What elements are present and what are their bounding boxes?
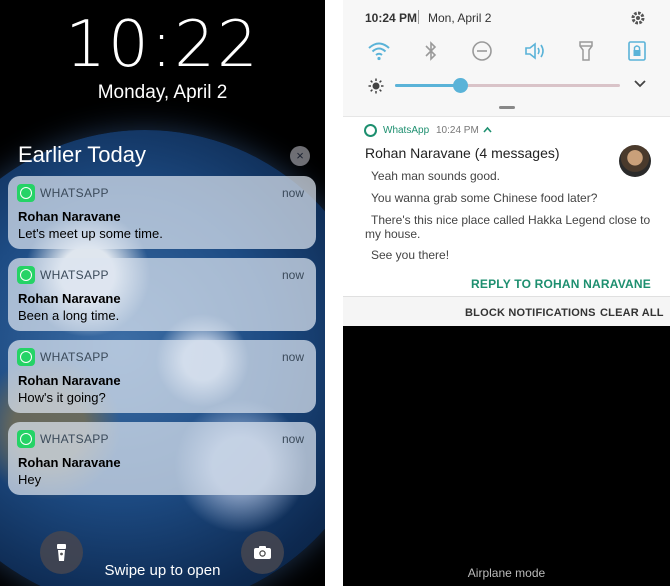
notification-sender: Rohan Naravane — [18, 291, 121, 306]
close-icon: × — [296, 148, 304, 163]
notification-app: WHATSAPP — [40, 268, 109, 282]
sound-icon[interactable] — [523, 40, 547, 62]
notification-app: WHATSAPP — [40, 350, 109, 364]
notification-app: WhatsApp — [383, 125, 430, 136]
notification-card[interactable]: WHATSAPP now Rohan Naravane Been a long … — [8, 258, 316, 331]
camera-icon — [254, 546, 271, 559]
notification-time: now — [281, 432, 304, 446]
whatsapp-icon — [17, 348, 35, 366]
chevron-down-icon[interactable] — [633, 79, 647, 89]
message-line: There's this nice place called Hakka Leg… — [371, 213, 651, 227]
lock-date: Monday, April 2 — [97, 82, 228, 103]
status-date: Mon, April 2 — [428, 11, 492, 25]
whatsapp-icon — [17, 430, 35, 448]
bluetooth-icon[interactable] — [423, 40, 439, 62]
notification-body: Been a long time. — [18, 308, 120, 323]
lock-clock: 10:22 — [65, 8, 260, 82]
flashlight-icon[interactable] — [577, 40, 595, 62]
notification-app: WHATSAPP — [40, 432, 109, 446]
notification-sender: Rohan Naravane — [18, 455, 121, 470]
notification-body: Let's meet up some time. — [18, 226, 163, 241]
reply-button[interactable]: REPLY TO ROHAN NARAVANE — [471, 277, 651, 291]
message-line: my house. — [365, 227, 421, 241]
notification-body: Hey — [18, 472, 42, 487]
message-line: See you there! — [371, 248, 450, 262]
quick-settings-panel: 10:24 PM Mon, April 2 — [343, 0, 670, 116]
clear-notifications-button[interactable]: × — [290, 146, 310, 166]
brightness-icon — [368, 78, 384, 94]
do-not-disturb-icon[interactable] — [471, 40, 493, 62]
brightness-slider[interactable] — [395, 78, 620, 93]
whatsapp-icon — [364, 124, 377, 137]
notification-time: 10:24 PM — [436, 125, 479, 136]
flashlight-icon — [57, 544, 66, 561]
whatsapp-notification[interactable]: WhatsApp 10:24 PM Rohan Naravane (4 mess… — [343, 116, 670, 296]
notification-title: Rohan Naravane (4 messages) — [365, 145, 560, 161]
gear-icon[interactable] — [630, 10, 646, 26]
notification-card[interactable]: WHATSAPP now Rohan Naravane Hey — [8, 422, 316, 495]
clear-all-button[interactable]: CLEAR ALL — [600, 307, 664, 319]
ios-lock-screen: 10:22 Monday, April 2 Earlier Today × WH… — [0, 0, 325, 586]
swipe-hint: Swipe up to open — [104, 562, 221, 579]
message-line: You wanna grab some Chinese food later? — [371, 191, 598, 205]
status-time: 10:24 PM — [365, 11, 418, 25]
wifi-icon[interactable] — [367, 40, 391, 62]
status-divider — [418, 10, 419, 24]
chevron-up-icon[interactable] — [483, 126, 492, 133]
notification-time: now — [281, 268, 304, 282]
notification-sender: Rohan Naravane — [18, 373, 121, 388]
drag-handle[interactable] — [499, 106, 515, 109]
brightness-fill — [395, 84, 461, 87]
notification-app: WHATSAPP — [40, 186, 109, 200]
screen-lock-icon[interactable] — [627, 40, 647, 62]
notification-body: How's it going? — [18, 390, 106, 405]
block-notifications-button[interactable]: BLOCK NOTIFICATIONS — [465, 307, 596, 319]
message-line: Yeah man sounds good. — [371, 169, 500, 183]
notification-card[interactable]: WHATSAPP now Rohan Naravane Let's meet u… — [8, 176, 316, 249]
whatsapp-icon — [17, 266, 35, 284]
android-screen: 10:24 PM Mon, April 2 WhatsApp 10:24 PM … — [343, 0, 670, 586]
whatsapp-icon — [17, 184, 35, 202]
airplane-mode-label: Airplane mode — [467, 566, 546, 580]
avatar — [619, 145, 651, 177]
notification-card[interactable]: WHATSAPP now Rohan Naravane How's it goi… — [8, 340, 316, 413]
brightness-knob[interactable] — [453, 78, 469, 93]
notification-time: now — [281, 350, 304, 364]
notification-sender: Rohan Naravane — [18, 209, 121, 224]
section-title: Earlier Today — [18, 142, 146, 167]
notification-actions: BLOCK NOTIFICATIONS CLEAR ALL — [343, 296, 670, 326]
notification-time: now — [281, 186, 304, 200]
